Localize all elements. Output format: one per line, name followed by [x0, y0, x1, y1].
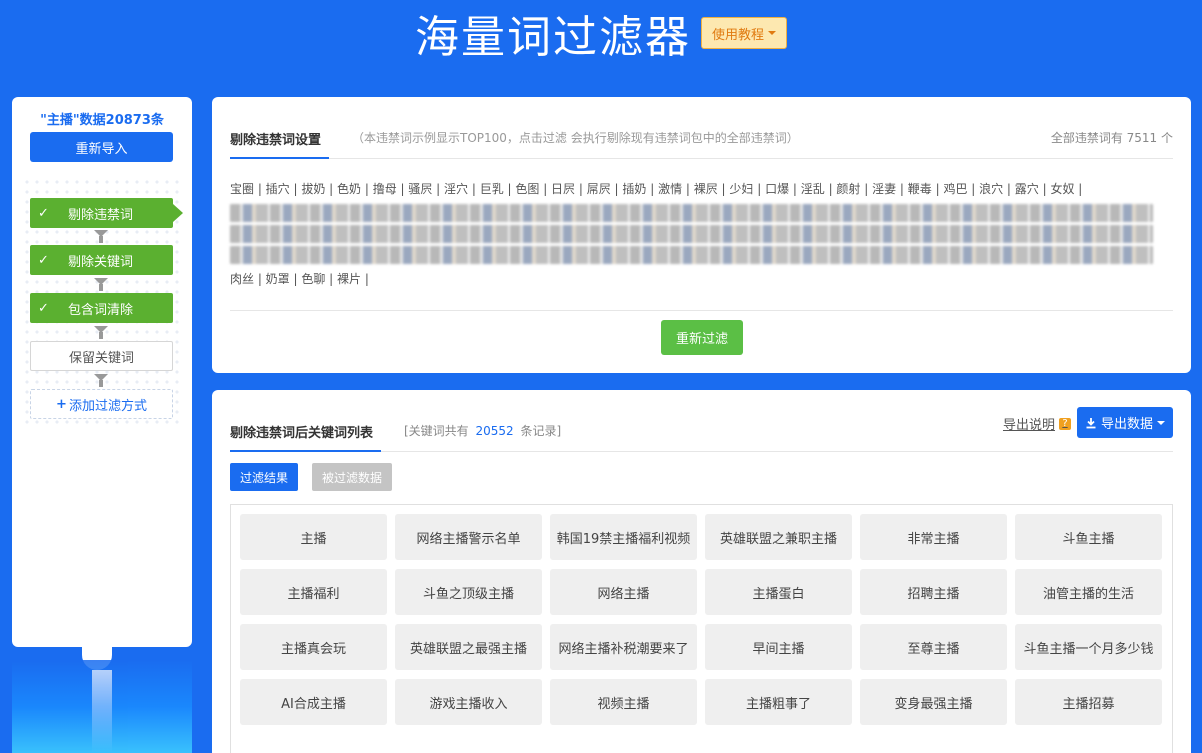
banned-words-row: 肉丝 | 奶罩 | 色聊 | 裸片 | — [230, 272, 369, 286]
tab-filtered-out-data[interactable]: 被过滤数据 — [312, 463, 393, 491]
add-filter-label: 添加过滤方式 — [68, 398, 147, 414]
keyword-item[interactable]: AI合成主播 — [240, 679, 387, 725]
banned-words-list: 宝圈 | 插穴 | 拔奶 | 色奶 | 撸母 | 骚屄 | 淫穴 | 巨乳 | … — [230, 177, 1153, 297]
blurred-words-row — [230, 246, 1153, 264]
check-icon: ✓ — [38, 252, 49, 268]
keyword-item[interactable]: 斗鱼主播 — [1015, 514, 1162, 560]
step-label: 保留关键词 — [68, 350, 134, 366]
tech-light-decoration — [12, 660, 192, 753]
divider — [230, 310, 1173, 311]
funnel-icon — [94, 374, 108, 388]
caret-down-icon — [1157, 420, 1165, 425]
tutorial-label: 使用教程 — [711, 27, 764, 43]
tab-keyword-list[interactable]: 剔除违禁词后关键词列表 — [230, 416, 382, 452]
keyword-item[interactable]: 斗鱼主播一个月多少钱 — [1015, 624, 1162, 670]
panel-header: 剔除违禁词设置 （本违禁词示例显示TOP100，点击过滤 会执行剔除现有违禁词包… — [230, 97, 1173, 159]
app-title: 海量词过滤器 — [414, 12, 691, 63]
banned-note: （本违禁词示例显示TOP100，点击过滤 会执行剔除现有违禁词包中的全部违禁词） — [352, 131, 799, 145]
keyword-item[interactable]: 非常主播 — [860, 514, 1007, 560]
check-icon: ✓ — [38, 205, 49, 221]
keyword-item[interactable]: 游戏主播收入 — [395, 679, 542, 725]
blurred-words-row — [230, 225, 1153, 243]
keyword-item[interactable]: 主播真会玩 — [240, 624, 387, 670]
keyword-item[interactable]: 网络主播补税潮要来了 — [550, 624, 697, 670]
keyword-grid-container: 主播 网络主播警示名单 韩国19禁主播福利视频 英雄联盟之兼职主播 非常主播 斗鱼主播主播… — [230, 504, 1173, 753]
banned-words-row: 宝圈 | 插穴 | 拔奶 | 色奶 | 撸母 | 骚屄 | 淫穴 | 巨乳 | … — [230, 182, 1083, 196]
app-header: 海量词过滤器 使用教程 — [0, 0, 1202, 80]
keyword-item[interactable]: 主播粗事了 — [705, 679, 852, 725]
funnel-icon — [94, 326, 108, 340]
refilter-button[interactable]: 重新过滤 — [661, 320, 743, 355]
tab-banned-settings[interactable]: 剔除违禁词设置 — [230, 123, 330, 159]
download-icon — [1086, 417, 1096, 428]
keyword-item[interactable]: 油管主播的生活 — [1015, 569, 1162, 615]
keyword-item[interactable]: 至尊主播 — [860, 624, 1007, 670]
step-clear-contained-words[interactable]: ✓ 包含词清除 — [30, 293, 173, 323]
keyword-item[interactable]: 招聘主播 — [860, 569, 1007, 615]
export-label: 导出数据 — [1100, 417, 1153, 432]
keyword-list-panel: 剔除违禁词后关键词列表 [关键词共有 20552 条记录] 导出说明 ? 导出数… — [212, 390, 1191, 753]
keyword-item[interactable]: 斗鱼之顶级主播 — [395, 569, 542, 615]
current-step-arrow-icon — [173, 204, 183, 222]
keyword-item[interactable]: 英雄联盟之最强主播 — [395, 624, 542, 670]
keyword-grid: 主播 网络主播警示名单 韩国19禁主播福利视频 英雄联盟之兼职主播 非常主播 斗鱼主播主播… — [240, 514, 1163, 725]
keyword-item[interactable]: 主播招募 — [1015, 679, 1162, 725]
keyword-item[interactable]: 早间主播 — [705, 624, 852, 670]
blurred-words-row — [230, 204, 1153, 222]
count-value: 20552 — [475, 424, 514, 438]
data-count: "主播"数据20873条 — [40, 113, 164, 128]
filter-sidebar: "主播"数据20873条 重新导入 ✓ 剔除违禁词 ✓ 剔除关键词 ✓ 包含词清… — [12, 97, 192, 647]
funnel-icon — [94, 230, 108, 244]
count-prefix: [关键词共有 — [404, 424, 469, 438]
plus-icon: + — [56, 396, 67, 412]
keyword-item[interactable]: 变身最强主播 — [860, 679, 1007, 725]
step-keep-keywords[interactable]: 保留关键词 — [30, 341, 173, 371]
keyword-item[interactable]: 主播蛋白 — [705, 569, 852, 615]
banned-words-panel: 剔除违禁词设置 （本违禁词示例显示TOP100，点击过滤 会执行剔除现有违禁词包… — [212, 97, 1191, 373]
step-label: 剔除关键词 — [68, 254, 134, 270]
keyword-item[interactable]: 视频主播 — [550, 679, 697, 725]
keyword-count: [关键词共有 20552 条记录] — [404, 422, 561, 439]
count-suffix: 条记录] — [520, 424, 562, 438]
check-icon: ✓ — [38, 300, 49, 316]
tab-filter-results[interactable]: 过滤结果 — [230, 463, 299, 491]
question-icon: ? — [1059, 417, 1071, 430]
banned-total: 全部违禁词有 7511 个 — [1050, 131, 1173, 145]
export-data-button[interactable]: 导出数据 — [1077, 407, 1173, 438]
keyword-item[interactable]: 网络主播警示名单 — [395, 514, 542, 560]
export-help-label: 导出说明 — [1002, 418, 1055, 433]
step-remove-banned-words[interactable]: ✓ 剔除违禁词 — [30, 198, 183, 228]
keyword-item[interactable]: 主播福利 — [240, 569, 387, 615]
keyword-item[interactable]: 韩国19禁主播福利视频 — [550, 514, 697, 560]
caret-down-icon — [768, 31, 776, 35]
tutorial-dropdown-button[interactable]: 使用教程 — [700, 17, 787, 49]
keyword-item[interactable]: 网络主播 — [550, 569, 697, 615]
step-label: 包含词清除 — [68, 302, 134, 318]
reimport-button[interactable]: 重新导入 — [30, 132, 173, 162]
keyword-item[interactable]: 主播 — [240, 514, 387, 560]
keyword-item[interactable]: 英雄联盟之兼职主播 — [705, 514, 852, 560]
export-help-link[interactable]: 导出说明 ? — [1003, 414, 1071, 433]
funnel-icon — [94, 278, 108, 292]
add-filter-method-button[interactable]: + 添加过滤方式 — [30, 389, 173, 419]
step-label: 剔除违禁词 — [68, 207, 134, 223]
step-remove-keywords[interactable]: ✓ 剔除关键词 — [30, 245, 173, 275]
